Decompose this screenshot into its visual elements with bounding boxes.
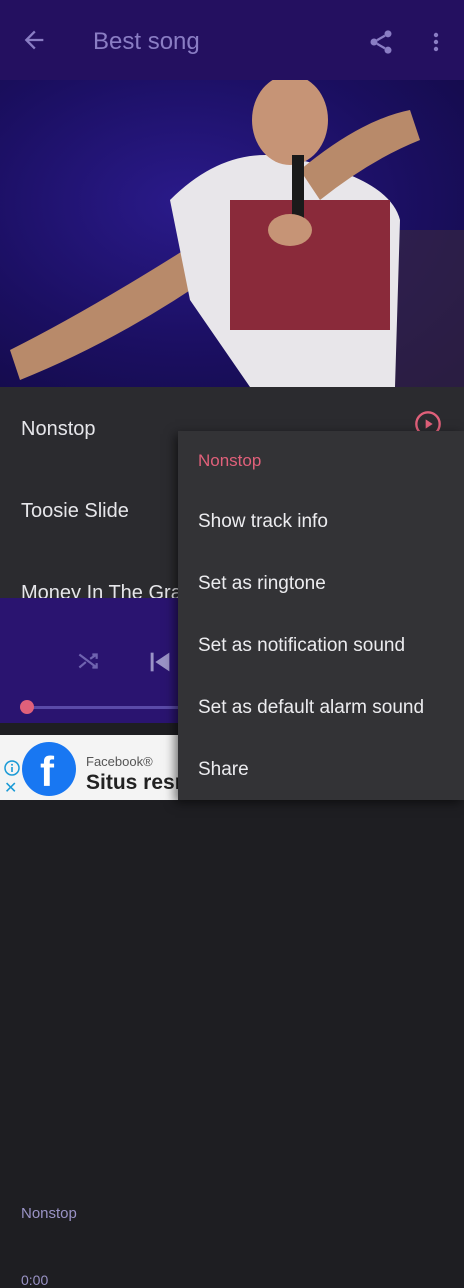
shuffle-icon[interactable]: [75, 648, 101, 674]
menu-item-share[interactable]: Share: [198, 759, 249, 781]
app-bar: Best song: [0, 0, 464, 80]
more-vert-icon[interactable]: [424, 28, 448, 56]
menu-header: Nonstop: [198, 451, 262, 470]
share-icon[interactable]: [367, 28, 395, 56]
close-icon[interactable]: ✕: [4, 778, 17, 798]
back-arrow-icon[interactable]: [20, 26, 48, 54]
ad-info-icon[interactable]: [4, 760, 20, 776]
menu-item-set-notification-sound[interactable]: Set as notification sound: [198, 635, 405, 657]
facebook-logo-icon: f: [22, 742, 76, 796]
menu-item-set-default-alarm-sound[interactable]: Set as default alarm sound: [198, 697, 424, 719]
track-item-nonstop[interactable]: Nonstop: [21, 418, 96, 441]
ad-sponsor: Facebook®: [86, 754, 153, 769]
now-playing-title: Nonstop: [21, 1205, 77, 1222]
skip-previous-icon[interactable]: [146, 648, 174, 676]
menu-item-set-as-ringtone[interactable]: Set as ringtone: [198, 573, 326, 595]
progress-thumb[interactable]: [20, 700, 34, 714]
facebook-logo-letter: f: [40, 748, 54, 795]
menu-item-show-track-info[interactable]: Show track info: [198, 511, 328, 533]
track-item-toosie-slide[interactable]: Toosie Slide: [21, 500, 129, 523]
artwork-image: [10, 80, 464, 387]
elapsed-time: 0:00: [21, 1272, 49, 1288]
track-context-menu: Nonstop Show track info Set as ringtone …: [178, 431, 464, 800]
page-title: Best song: [93, 28, 200, 55]
album-artwork: [0, 80, 464, 387]
